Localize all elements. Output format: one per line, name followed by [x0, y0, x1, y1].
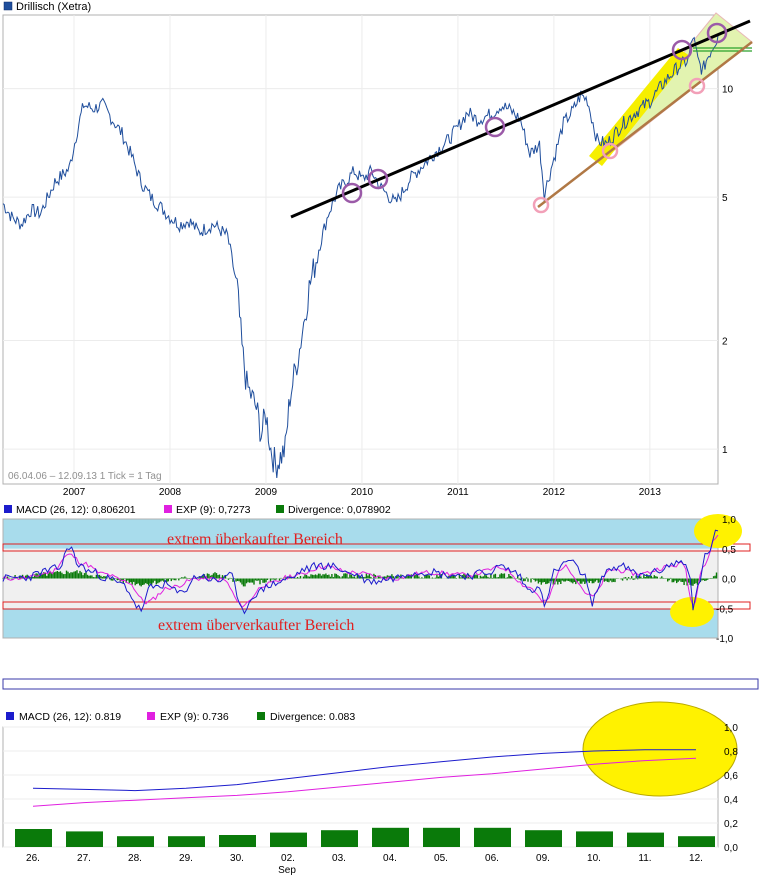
- macd-long-legend-label: EXP (9): 0,7273: [176, 504, 251, 516]
- price-x-tick-label: 2012: [543, 487, 566, 498]
- macd-long-y-tick-label: 0,5: [722, 545, 736, 556]
- macd-short-x-tick-label: 28.: [128, 853, 142, 864]
- price-y-tick-label: 2: [722, 337, 728, 348]
- chart-screenshot: Drillisch (Xetra) 10 5 2 1 2007 2008 2009 2010…: [0, 0, 760, 882]
- divergence-bar: [168, 836, 205, 847]
- price-legend-swatch: [3, 1, 13, 11]
- macd-short-legend-label: Divergence: 0.083: [270, 711, 355, 723]
- price-x-tick-label: 2008: [159, 487, 182, 498]
- price-x-tick-label: 2010: [351, 487, 374, 498]
- highlight-ellipse-recent: [582, 701, 738, 797]
- macd-long-legend-swatch: [164, 505, 172, 513]
- price-legend-label: Drillisch (Xetra): [16, 1, 91, 13]
- macd-short-x-tick-label: 11.: [638, 853, 651, 864]
- macd-short-x-tick-label: 10.: [587, 853, 601, 864]
- chart-canvas: Drillisch (Xetra) 10 5 2 1 2007 2008 2009 2010…: [2, 1, 759, 876]
- macd-short-x-tick-label: 05.: [434, 853, 448, 864]
- macd-short-y-tick-label: 0,8: [724, 747, 738, 758]
- divergence-bar: [576, 831, 613, 847]
- price-x-axis: 2007 2008 2009 2010 2011 2012 2013: [63, 487, 662, 498]
- divergence-bar: [423, 827, 460, 847]
- macd-short-legend-swatch: [6, 712, 14, 720]
- price-x-tick-label: 2011: [447, 487, 469, 498]
- macd-short-x-tick-label: 12.: [689, 853, 703, 864]
- macd-long-panel: MACD (26, 12): 0,806201 EXP (9): 0,7273 Di…: [2, 504, 751, 645]
- macd-short-x-tick-label: 26.: [26, 853, 40, 864]
- macd-short-x-tick-label: 27.: [77, 853, 91, 864]
- price-info-text: 06.04.06 – 12.09.13 1 Tick = 1 Tag: [8, 471, 162, 482]
- overbought-label: extrem überkaufter Bereich: [167, 531, 343, 548]
- macd-short-x-tick-label: 03.: [332, 853, 346, 864]
- macd-short-x-tick-label: 09.: [536, 853, 550, 864]
- macd-long-legend-label: Divergence: 0,078902: [288, 504, 391, 516]
- macd-long-y-tick-label: -1,0: [716, 634, 734, 645]
- macd-short-y-tick-label: 0,0: [724, 843, 738, 854]
- macd-short-legend-swatch: [257, 712, 265, 720]
- month-label: Sep: [278, 865, 296, 876]
- divergence-bar: [117, 836, 154, 847]
- panel-separator: [2, 678, 759, 690]
- macd-short-legend-swatch: [147, 712, 155, 720]
- divergence-bar: [219, 835, 256, 847]
- price-x-tick-label: 2013: [639, 487, 662, 498]
- divergence-bar: [525, 830, 562, 847]
- macd-short-x-tick-label: 06.: [485, 853, 499, 864]
- divergence-bar: [627, 832, 664, 847]
- macd-short-legend-label: EXP (9): 0.736: [160, 711, 229, 723]
- macd-long-legend: MACD (26, 12): 0,806201 EXP (9): 0,7273 Di…: [4, 504, 391, 516]
- divergence-bar: [66, 831, 103, 847]
- price-y-tick-label: 1: [722, 445, 728, 456]
- divergence-bar: [270, 832, 307, 847]
- macd-short-y-tick-label: 0,6: [724, 771, 738, 782]
- divergence-bar: [678, 836, 715, 847]
- price-y-axis: 10 5 2 1: [722, 85, 734, 456]
- macd-short-panel: MACD (26, 12): 0.819 EXP (9): 0.736 Diverg…: [2, 701, 738, 876]
- macd-short-x-axis: 26. 27. 28. 29. 30. 02. 03. 04. 05. 06. 09. 10. 11. 1…: [26, 853, 703, 864]
- price-y-tick-label: 5: [722, 193, 728, 204]
- price-y-tick-label: 10: [722, 85, 734, 96]
- macd-short-legend-label: MACD (26, 12): 0.819: [19, 711, 121, 723]
- macd-long-y-tick-label: 1,0: [722, 515, 736, 526]
- price-panel: Drillisch (Xetra) 10 5 2 1 2007 2008 2009 2010…: [2, 1, 753, 498]
- macd-long-legend-swatch: [4, 505, 12, 513]
- macd-short-x-tick-label: 02.: [281, 853, 295, 864]
- price-plot-frame: [2, 14, 719, 485]
- divergence-bar: [15, 829, 52, 847]
- macd-short-y-tick-label: 0,2: [724, 819, 738, 830]
- macd-short-x-tick-label: 30.: [230, 853, 244, 864]
- macd-long-legend-swatch: [276, 505, 284, 513]
- price-x-tick-label: 2007: [63, 487, 86, 498]
- macd-short-y-tick-label: 0,4: [724, 795, 738, 806]
- macd-short-y-tick-label: 1,0: [724, 723, 738, 734]
- divergence-bar: [321, 830, 358, 847]
- macd-long-legend-label: MACD (26, 12): 0,806201: [16, 504, 136, 516]
- macd-long-y-tick-label: 0,0: [722, 575, 736, 586]
- oversold-label: extrem überverkaufter Bereich: [158, 617, 354, 634]
- divergence-bar: [372, 827, 409, 847]
- oversold-band: [3, 608, 718, 638]
- macd-short-legend: MACD (26, 12): 0.819 EXP (9): 0.736 Diverg…: [6, 711, 355, 723]
- price-x-tick-label: 2009: [255, 487, 278, 498]
- macd-short-x-tick-label: 29.: [179, 853, 193, 864]
- macd-long-y-tick-label: -0,5: [716, 604, 734, 615]
- divergence-bar: [474, 827, 511, 847]
- macd-short-x-tick-label: 04.: [383, 853, 397, 864]
